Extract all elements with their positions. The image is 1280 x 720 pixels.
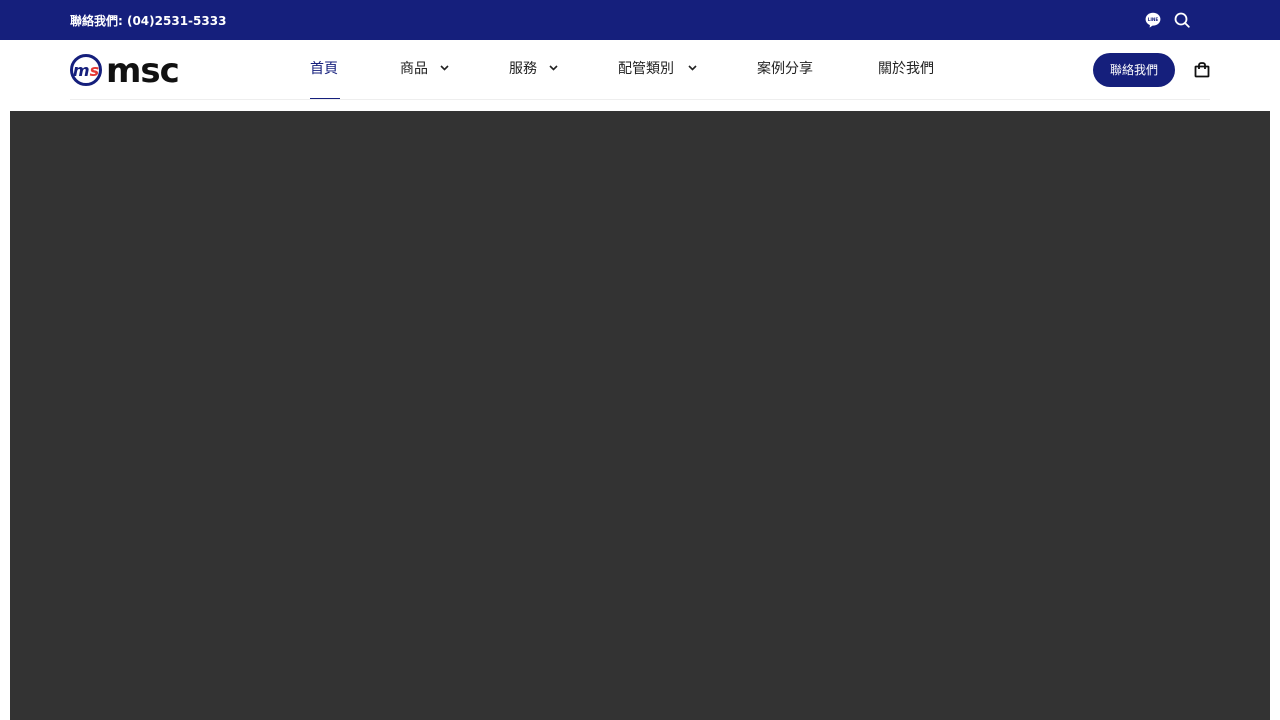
nav-piping-categories-label: 配管類別 [618,61,674,77]
nav-case-studies-label: 案例分享 [757,61,813,77]
nav-services[interactable]: 服務 [509,40,559,100]
top-bar: 聯絡我們: (04)2531-5333 LINE [0,0,1280,40]
line-app-icon[interactable]: LINE [1145,12,1161,28]
shopping-bag-icon[interactable] [1194,62,1210,78]
nav-home[interactable]: 首頁 [310,40,340,100]
nav-home-label: 首頁 [310,61,338,77]
nav-case-studies[interactable]: 案例分享 [757,40,817,100]
contact-phone[interactable]: 聯絡我們: (04)2531-5333 [70,12,226,29]
nav-services-label: 服務 [509,61,537,77]
chevron-down-icon [549,65,558,71]
nav-products-label: 商品 [400,61,428,77]
svg-text:ms: ms [73,61,99,80]
search-icon[interactable] [1174,12,1190,28]
site-logo[interactable]: ms msc [70,51,192,91]
svg-text:LINE: LINE [1148,17,1159,22]
svg-text:msc: msc [106,53,179,87]
contact-us-button[interactable]: 聯絡我們 [1093,53,1175,87]
header-divider [70,99,1210,100]
main-header: ms msc 首頁 商品 服務 配管類別 案例分享 關於我們 聯絡我們 [0,40,1280,100]
nav-products[interactable]: 商品 [400,40,450,100]
chevron-down-icon [440,65,449,71]
nav-about-us-label: 關於我們 [878,61,934,77]
hero-banner [10,111,1270,720]
nav-about-us[interactable]: 關於我們 [878,40,938,100]
chevron-down-icon [688,65,697,71]
nav-piping-categories[interactable]: 配管類別 [618,40,698,100]
